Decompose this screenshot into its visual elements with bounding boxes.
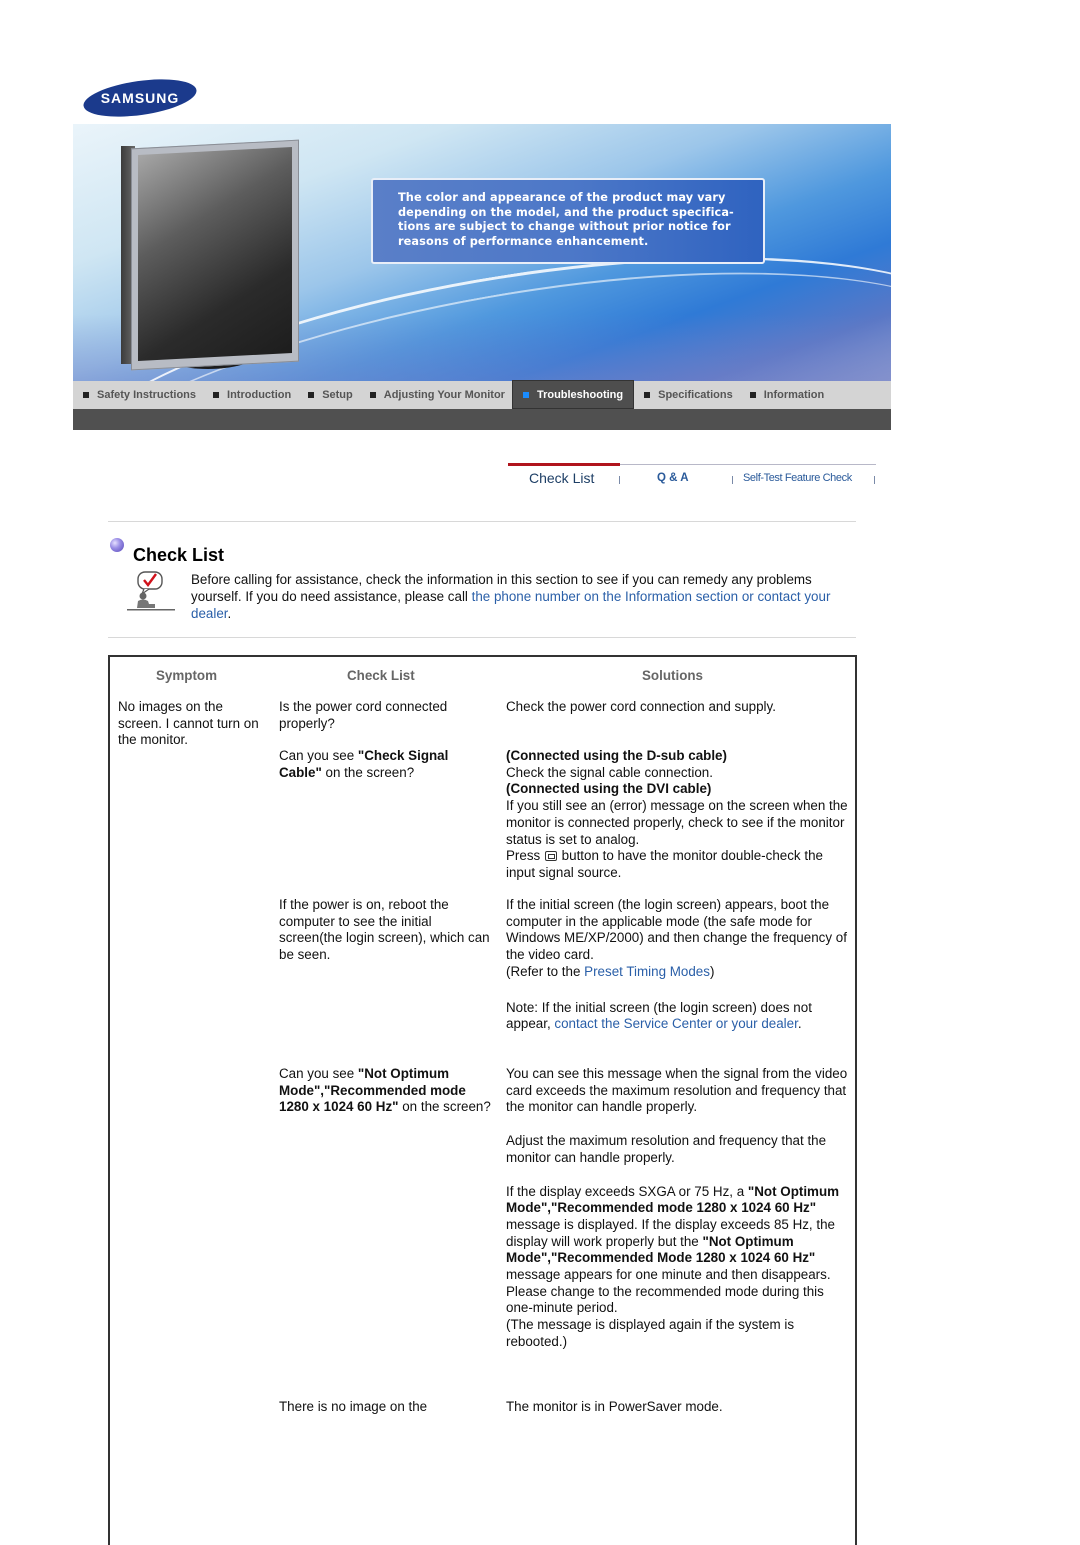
nav-introduction[interactable]: Introduction — [203, 381, 298, 409]
text: . — [797, 1016, 802, 1032]
solution-text: Please change to the recommended mode du… — [506, 1283, 824, 1316]
nav-troubleshooting[interactable]: Troubleshooting — [511, 380, 635, 409]
sub-tabs: Check List Q & A Self-Test Feature Check — [508, 463, 876, 496]
bullet-icon — [749, 392, 756, 398]
solution-subheading: (Connected using the DVI cable) — [506, 781, 712, 797]
tab-separator — [619, 476, 620, 484]
solution-text: Press button to have the monitor double-… — [506, 848, 851, 881]
solution-cell: The monitor is in PowerSaver mode. — [506, 1399, 723, 1414]
notice-line: The color and appearance of the product … — [398, 191, 726, 204]
nav-adjusting-your-monitor[interactable]: Adjusting Your Monitor — [360, 381, 512, 409]
text: Press — [506, 848, 544, 864]
notice-line: tions are subject to change without prio… — [398, 220, 731, 233]
solution-cell: (Connected using the D-sub cable) Check … — [506, 748, 851, 882]
check-cell: Is the power cord connected properly? — [279, 699, 448, 731]
solution-text: If you still see an (error) message on t… — [506, 798, 848, 847]
check-cell: If the power is on, reboot the computer … — [279, 897, 490, 963]
check-cell: There is no image on the — [279, 1399, 428, 1414]
notice-line: depending on the model, and the product … — [398, 205, 734, 219]
header-solutions: Solutions — [642, 668, 703, 683]
tab-self-test-feature-check[interactable]: Self-Test Feature Check — [743, 472, 852, 484]
solution-subheading: (Connected using the D-sub cable) — [506, 748, 727, 763]
preset-timing-modes-link[interactable]: Preset Timing Modes — [584, 964, 710, 979]
bullet-icon — [522, 391, 529, 398]
solution-text: Check the signal cable connection. — [506, 764, 713, 780]
solution-text: If the initial screen (the login screen)… — [506, 897, 847, 963]
tab-check-list[interactable]: Check List — [529, 470, 594, 486]
intro-text: . — [227, 606, 232, 621]
solution-cell: If the initial screen (the login screen)… — [506, 897, 851, 1033]
bullet-icon — [644, 392, 651, 398]
nav-label: Specifications — [658, 389, 733, 401]
bullet-icon — [308, 392, 315, 398]
nav-label: Setup — [322, 389, 353, 401]
nav-specifications[interactable]: Specifications — [634, 381, 740, 409]
bullet-icon — [83, 392, 89, 398]
page-title: Check List — [133, 545, 225, 565]
bullet-icon — [213, 392, 220, 398]
tab-separator — [732, 476, 733, 484]
symptom-cell: No images on the screen. I cannot turn o… — [118, 699, 259, 748]
text: If the display exceeds SXGA or 75 Hz, a — [506, 1183, 748, 1199]
tab-q-and-a[interactable]: Q & A — [657, 472, 689, 484]
nav-information[interactable]: Information — [740, 381, 832, 409]
samsung-logo: SAMSUNG — [82, 78, 198, 118]
text: Can you see — [279, 1066, 358, 1081]
checklist-person-icon — [127, 570, 175, 612]
active-tab-indicator — [508, 463, 620, 466]
svg-text:SAMSUNG: SAMSUNG — [101, 90, 180, 106]
solution-text: Adjust the maximum resolution and freque… — [506, 1133, 827, 1165]
solution-cell: Check the power cord connection and supp… — [506, 699, 776, 714]
intro-paragraph: Before calling for assistance, check the… — [191, 571, 831, 622]
solution-text: (Refer to the Preset Timing Modes) — [506, 964, 851, 981]
text: ) — [709, 963, 715, 979]
notice-line: reasons of performance enhancement. — [398, 234, 649, 248]
divider — [108, 521, 856, 522]
service-center-link[interactable]: contact the Service Center or your deale… — [554, 1016, 797, 1031]
text: on the screen? — [398, 1099, 491, 1115]
main-nav: Safety Instructions Introduction Setup A… — [73, 380, 891, 409]
nav-setup[interactable]: Setup — [298, 381, 360, 409]
solution-text: (The message is displayed again if the s… — [506, 1317, 795, 1349]
solution-text: If the display exceeds SXGA or 75 Hz, a … — [506, 1184, 851, 1284]
check-cell: Can you see "Check Signal Cable" on the … — [279, 748, 494, 781]
title-bullet-icon — [110, 538, 124, 552]
nav-label: Adjusting Your Monitor — [383, 389, 505, 401]
tab-separator — [874, 476, 875, 484]
header-symptom: Symptom — [156, 668, 218, 683]
text: on the screen? — [321, 764, 415, 780]
product-notice: The color and appearance of the product … — [371, 178, 765, 264]
divider — [108, 637, 856, 638]
nav-label: Information — [763, 389, 825, 401]
text: message appears for one minute and then … — [506, 1267, 831, 1283]
solution-text: You can see this message when the signal… — [506, 1066, 848, 1115]
header-check-list: Check List — [347, 668, 415, 683]
bullet-icon — [369, 392, 376, 398]
text: (Refer to the — [506, 963, 585, 979]
text: Can you see — [279, 748, 358, 763]
solution-cell: You can see this message when the signal… — [506, 1066, 851, 1351]
hero-banner: The color and appearance of the product … — [73, 124, 891, 381]
nav-label: Safety Instructions — [97, 389, 197, 401]
nav-label: Introduction — [227, 389, 292, 401]
nav-label: Troubleshooting — [536, 388, 624, 401]
solution-text: Note: If the initial screen (the login s… — [506, 1000, 851, 1033]
check-cell: Can you see "Not Optimum Mode","Recommen… — [279, 1066, 494, 1116]
nav-underbar — [73, 409, 891, 430]
source-button-icon — [544, 851, 557, 862]
nav-safety-instructions[interactable]: Safety Instructions — [73, 381, 203, 409]
